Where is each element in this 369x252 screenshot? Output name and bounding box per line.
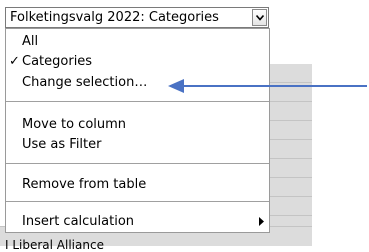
row-label: I Liberal Alliance xyxy=(5,238,104,252)
menu-item-all[interactable]: All xyxy=(6,32,269,52)
menu-item-label: Remove from table xyxy=(22,177,147,192)
table-cell xyxy=(270,140,312,158)
table-cell xyxy=(270,216,312,226)
menu-item-categories[interactable]: ✓ Categories xyxy=(6,52,269,72)
submenu-arrow-icon xyxy=(259,217,264,226)
menu-item-label: Categories xyxy=(22,54,93,69)
menu-separator xyxy=(6,101,269,102)
table-cell xyxy=(270,159,312,177)
menu-item-label: All xyxy=(22,34,39,49)
menu-item-insert-calculation[interactable]: Insert calculation xyxy=(6,212,269,232)
menu-separator xyxy=(6,201,269,202)
menu-item-label: Use as Filter xyxy=(22,137,102,152)
menu-item-label: Insert calculation xyxy=(22,214,135,229)
table-cell xyxy=(270,197,312,215)
menu-item-label: Change selection… xyxy=(22,75,148,90)
annotation-arrow-icon xyxy=(168,79,367,93)
category-dropdown[interactable]: Folketingsvalg 2022: Categories xyxy=(5,7,269,28)
checkmark-icon: ✓ xyxy=(9,54,20,69)
table-cell xyxy=(270,178,312,196)
dropdown-selected-value: Folketingsvalg 2022: Categories xyxy=(10,10,219,25)
chevron-down-icon xyxy=(256,15,264,21)
dropdown-toggle-button[interactable] xyxy=(252,9,267,26)
table-cell xyxy=(270,121,312,139)
menu-item-remove-from-table[interactable]: Remove from table xyxy=(6,175,269,195)
dropdown-menu: All ✓ Categories Change selection… Move … xyxy=(5,28,270,233)
menu-item-use-as-filter[interactable]: Use as Filter xyxy=(6,135,269,155)
menu-separator xyxy=(6,163,269,164)
menu-item-label: Move to column xyxy=(22,117,127,132)
table-cell xyxy=(270,102,312,120)
menu-item-move-to-column[interactable]: Move to column xyxy=(6,115,269,135)
